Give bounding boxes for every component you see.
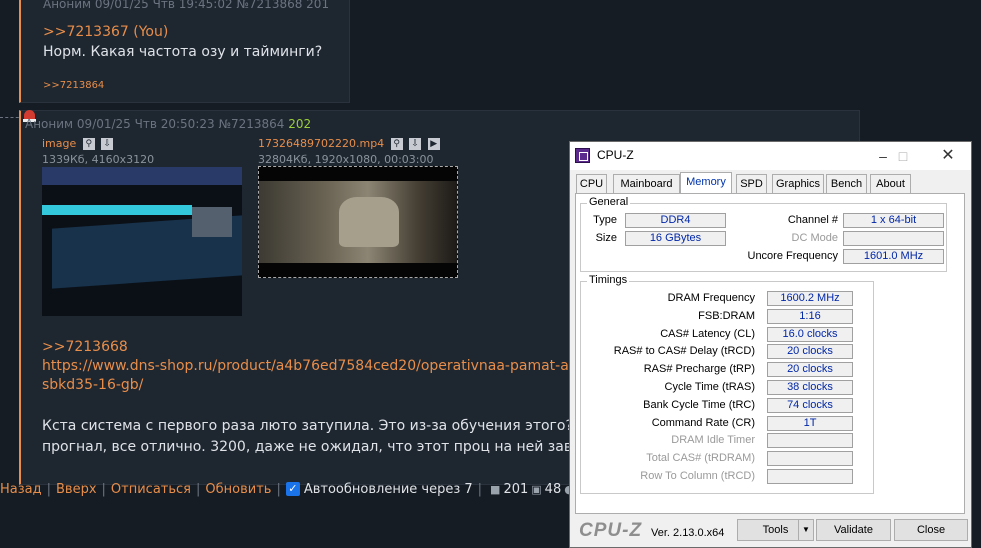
cpuz-window: CPU-Z – □ ✕ CPU Mainboard Memory SPD Gra…	[569, 141, 972, 548]
general-group: General Type DDR4 Size 16 GBytes Channel…	[580, 196, 947, 272]
autoupdate-checkbox[interactable]: ✓	[285, 482, 300, 496]
timing-value: 20 clocks	[767, 362, 853, 378]
timing-label: Total CAS# (tRDRAM)	[646, 452, 755, 465]
search-icon[interactable]: ⚲	[390, 138, 403, 150]
timing-value	[767, 469, 853, 484]
search-icon[interactable]: ⚲	[82, 138, 95, 150]
download-icon[interactable]: ⇩	[409, 138, 422, 150]
type-label: Type	[593, 214, 617, 226]
unsubscribe-link[interactable]: Отписаться	[111, 482, 191, 497]
post-author: Аноним	[25, 117, 74, 131]
timing-value	[767, 433, 853, 449]
tab-about[interactable]: About	[870, 174, 911, 193]
post-date: 09/01/25 Чтв 20:50:23	[76, 117, 215, 131]
type-value: DDR4	[625, 213, 726, 228]
back-link[interactable]: Назад	[0, 482, 42, 497]
file1-meta: 1339Кб, 4160x3120	[42, 153, 155, 166]
post-main-text: Кста система с первого раза люто затупил…	[42, 416, 582, 458]
play-icon[interactable]: ▶	[427, 138, 440, 150]
link-line[interactable]: https://www.dns-shop.ru/product/a4b76ed7…	[42, 357, 582, 376]
tools-button-label: Tools	[762, 524, 789, 536]
validate-button[interactable]: Validate	[816, 519, 891, 541]
post-number[interactable]: №7213864	[218, 117, 284, 131]
tab-mainboard[interactable]: Mainboard	[613, 174, 680, 193]
dropdown-arrow-icon[interactable]: ▼	[798, 520, 813, 540]
file2-label: 17326489702220.mp4 ⚲ ⇩ ▶	[258, 137, 440, 150]
cpuz-app-icon	[575, 148, 590, 163]
timing-label: FSB:DRAM	[698, 309, 755, 322]
file2-meta: 32804Кб, 1920x1080, 00:03:00	[258, 153, 434, 166]
timing-value: 1:16	[767, 308, 853, 324]
timings-group: Timings DRAM Frequency 1600.2 MHz FSB:DRAM…	[580, 274, 874, 494]
dcmode-value	[843, 231, 944, 246]
general-group-label: General	[587, 196, 631, 208]
post-top-message: Норм. Какая частота озу и тайминги?	[43, 44, 323, 60]
uncore-value: 1601.0 MHz	[843, 249, 944, 264]
timing-label: RAS# to CAS# Delay (tRCD)	[613, 345, 755, 358]
text-line: прогнал, все отлично. 3200, даже не ожид…	[42, 439, 582, 455]
images-count: 48	[544, 481, 562, 497]
tab-graphics[interactable]: Graphics	[772, 174, 824, 193]
tab-cpu[interactable]: CPU	[576, 174, 607, 193]
post-main-link[interactable]: https://www.dns-shop.ru/product/a4b76ed7…	[42, 357, 582, 395]
timing-value: 16.0 clocks	[767, 326, 853, 342]
timing-value: 1600.2 MHz	[767, 291, 853, 306]
text-line: Кста система с первого раза люто затупил…	[42, 418, 582, 434]
timing-value: 74 clocks	[767, 397, 853, 413]
minimize-icon[interactable]: –	[873, 146, 893, 166]
timing-label: Row To Column (tRCD)	[640, 470, 755, 482]
timing-value: 38 clocks	[767, 380, 853, 395]
timing-label: DRAM Frequency	[667, 292, 755, 304]
channel-label: Channel #	[787, 214, 838, 226]
refresh-link[interactable]: Обновить	[205, 482, 271, 497]
file2-thumbnail[interactable]	[258, 166, 458, 278]
close-icon[interactable]: ✕	[938, 146, 958, 166]
cpuz-logo: CPU-Z	[579, 520, 643, 541]
timings-group-label: Timings	[587, 274, 630, 286]
dcmode-label: DC Mode	[791, 232, 838, 244]
post-top-header: Аноним 09/01/25 Чтв 19:45:02 №7213868 20…	[43, 0, 330, 11]
file1-name[interactable]: image	[42, 137, 76, 150]
timing-value: 1T	[767, 415, 853, 431]
timing-label: Bank Cycle Time (tRC)	[643, 398, 755, 411]
post-index: 202	[288, 117, 312, 131]
uncore-label: Uncore Frequency	[747, 250, 839, 262]
maximize-icon[interactable]: □	[893, 146, 913, 166]
channel-value: 1 x 64-bit	[843, 213, 944, 228]
size-label: Size	[595, 232, 617, 244]
posts-icon: ■	[490, 482, 501, 496]
post-top-reply-ref[interactable]: >>7213367 (You)	[43, 24, 168, 40]
download-icon[interactable]: ⇩	[101, 138, 114, 150]
tools-button[interactable]: Tools ▼	[737, 519, 814, 541]
close-button[interactable]: Close	[894, 519, 968, 541]
file1-label: image ⚲ ⇩	[42, 137, 114, 150]
posts-count: 201	[503, 481, 529, 497]
tab-bench[interactable]: Bench	[826, 174, 867, 193]
memory-panel: General Type DDR4 Size 16 GBytes Channel…	[575, 193, 965, 514]
file2-name[interactable]: 17326489702220.mp4	[258, 137, 384, 150]
cpuz-title: CPU-Z	[597, 148, 634, 162]
tab-spd[interactable]: SPD	[736, 174, 767, 193]
file1-thumbnail[interactable]	[42, 167, 242, 316]
timing-label: RAS# Precharge (tRP)	[643, 363, 755, 376]
cpuz-version: Ver. 2.13.0.x64	[651, 527, 725, 539]
top-link[interactable]: Вверх	[56, 482, 97, 497]
post-top: Аноним 09/01/25 Чтв 19:45:02 №7213868 20…	[19, 0, 350, 103]
post-main-header: Аноним 09/01/25 Чтв 20:50:23 №7213864 20…	[25, 117, 311, 131]
post-top-backlink[interactable]: >>7213864	[43, 80, 104, 91]
autoupdate-label: Автообновление через 7	[303, 481, 473, 497]
timing-label: Cycle Time (tRAS)	[664, 381, 755, 393]
link-line[interactable]: sbkd35-16-gb/	[42, 376, 582, 395]
thread-footer: Назад | Вверх | Отписаться | Обновить | ✓ Ав…	[0, 480, 593, 498]
size-value: 16 GBytes	[625, 231, 726, 246]
timing-label: CAS# Latency (CL)	[660, 327, 755, 340]
timing-label: DRAM Idle Timer	[671, 434, 755, 447]
images-icon: ▣	[531, 482, 542, 496]
timing-value	[767, 451, 853, 467]
timing-label: Command Rate (CR)	[651, 416, 755, 429]
cpuz-titlebar[interactable]: CPU-Z – □ ✕	[570, 142, 971, 170]
post-main-reply-ref[interactable]: >>7213668	[42, 339, 128, 355]
tab-memory[interactable]: Memory	[680, 172, 732, 194]
timing-value: 20 clocks	[767, 344, 853, 360]
